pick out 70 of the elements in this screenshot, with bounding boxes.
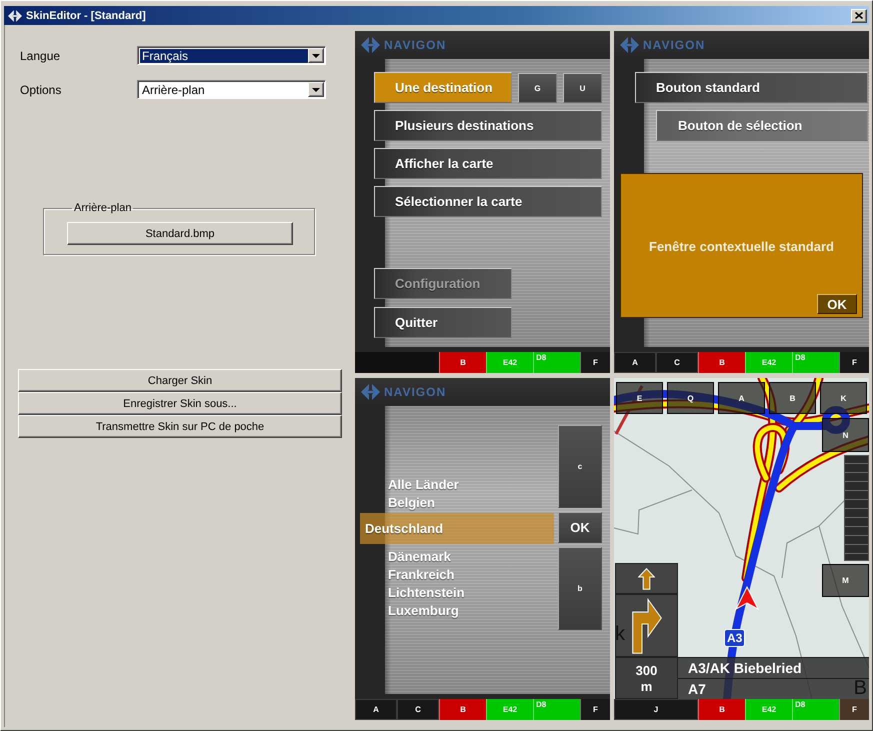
status-cell: E42 <box>745 699 792 720</box>
status-cell: E42 <box>486 352 533 373</box>
distance-value: 300 <box>636 662 658 678</box>
status-cell: B <box>698 352 745 373</box>
map-control-button[interactable]: B <box>769 382 816 414</box>
status-cell: F <box>839 352 869 373</box>
action-button[interactable]: Transmettre Skin sur PC de poche <box>18 415 342 438</box>
menu-button[interactable]: Plusieurs destinations <box>374 110 602 141</box>
app-logo-icon <box>8 10 22 22</box>
status-cell: J <box>614 699 698 720</box>
status-cell: D8 <box>792 699 839 720</box>
status-cell: D8 <box>533 352 580 373</box>
scroll-button[interactable]: c <box>558 425 602 508</box>
status-cell: F <box>839 699 869 720</box>
shortcut-button[interactable]: U <box>563 73 602 103</box>
status-cell: D8 <box>792 352 839 373</box>
status-cell: B <box>698 699 745 720</box>
popup-message: Fenêtre contextuelle standard <box>649 238 834 254</box>
close-icon <box>855 12 863 19</box>
map-letter: B <box>854 678 867 698</box>
map-control-button[interactable]: K <box>820 382 867 414</box>
ok-button[interactable]: OK <box>817 294 857 314</box>
dropdown-arrow-icon <box>308 48 324 63</box>
file-button[interactable]: Standard.bmp <box>67 222 293 245</box>
map-control-button[interactable]: E <box>616 382 663 414</box>
turn-right-arrow-icon <box>632 598 662 654</box>
menu-button[interactable]: Sélectionner la carte <box>374 186 602 217</box>
window-title: SkinEditor - [Standard] <box>26 10 146 22</box>
standard-button[interactable]: Bouton standard <box>635 72 868 103</box>
map-control-button[interactable]: N <box>822 418 869 452</box>
diamond-logo-icon <box>620 37 639 53</box>
menu-button[interactable]: Quitter <box>374 307 512 338</box>
status-cell: A <box>355 699 397 720</box>
group-box-title: Arrière-plan <box>73 202 132 214</box>
up-arrow-icon <box>638 568 655 590</box>
status-cell: E42 <box>745 352 792 373</box>
diamond-logo-icon <box>361 37 380 53</box>
selection-button[interactable]: Bouton de sélection <box>656 110 868 141</box>
status-cell: D8 <box>533 699 580 720</box>
menu-button[interactable]: Afficher la carte <box>374 148 602 179</box>
logo-text: NAVIGON <box>384 38 446 52</box>
position-arrow-icon <box>735 586 759 610</box>
status-cell: B <box>439 699 486 720</box>
action-button[interactable]: Enregistrer Skin sous... <box>18 392 342 415</box>
close-button[interactable] <box>851 8 867 22</box>
status-cell: E42 <box>486 699 533 720</box>
action-button[interactable]: Charger Skin <box>18 369 342 392</box>
map-control-button[interactable]: M <box>822 564 869 597</box>
map-control-button[interactable]: A <box>718 382 765 414</box>
status-cell: F <box>580 352 610 373</box>
dropdown-arrow-icon <box>308 82 324 97</box>
street-name: A3/AK Biebelried <box>678 657 869 678</box>
logo-text: NAVIGON <box>384 385 446 399</box>
field-label: Options <box>20 82 62 96</box>
road-shield: A3 <box>724 629 746 647</box>
status-cell: B <box>439 352 486 373</box>
scroll-button[interactable]: b <box>558 547 602 630</box>
shortcut-button[interactable]: G <box>518 73 557 103</box>
dropdown-field[interactable]: Français <box>137 46 326 65</box>
diamond-logo-icon <box>361 384 380 400</box>
field-label: Langue <box>20 48 60 62</box>
dropdown-field[interactable]: Arrière-plan <box>137 80 326 99</box>
ok-button[interactable]: OK <box>558 512 602 543</box>
map-control-button[interactable]: Q <box>667 382 714 414</box>
status-cell: C <box>397 699 439 720</box>
logo-text: NAVIGON <box>643 38 706 52</box>
status-cell: C <box>656 352 698 373</box>
status-cell: F <box>580 699 610 720</box>
status-cell: A <box>614 352 656 373</box>
distance-unit: m <box>640 678 652 694</box>
